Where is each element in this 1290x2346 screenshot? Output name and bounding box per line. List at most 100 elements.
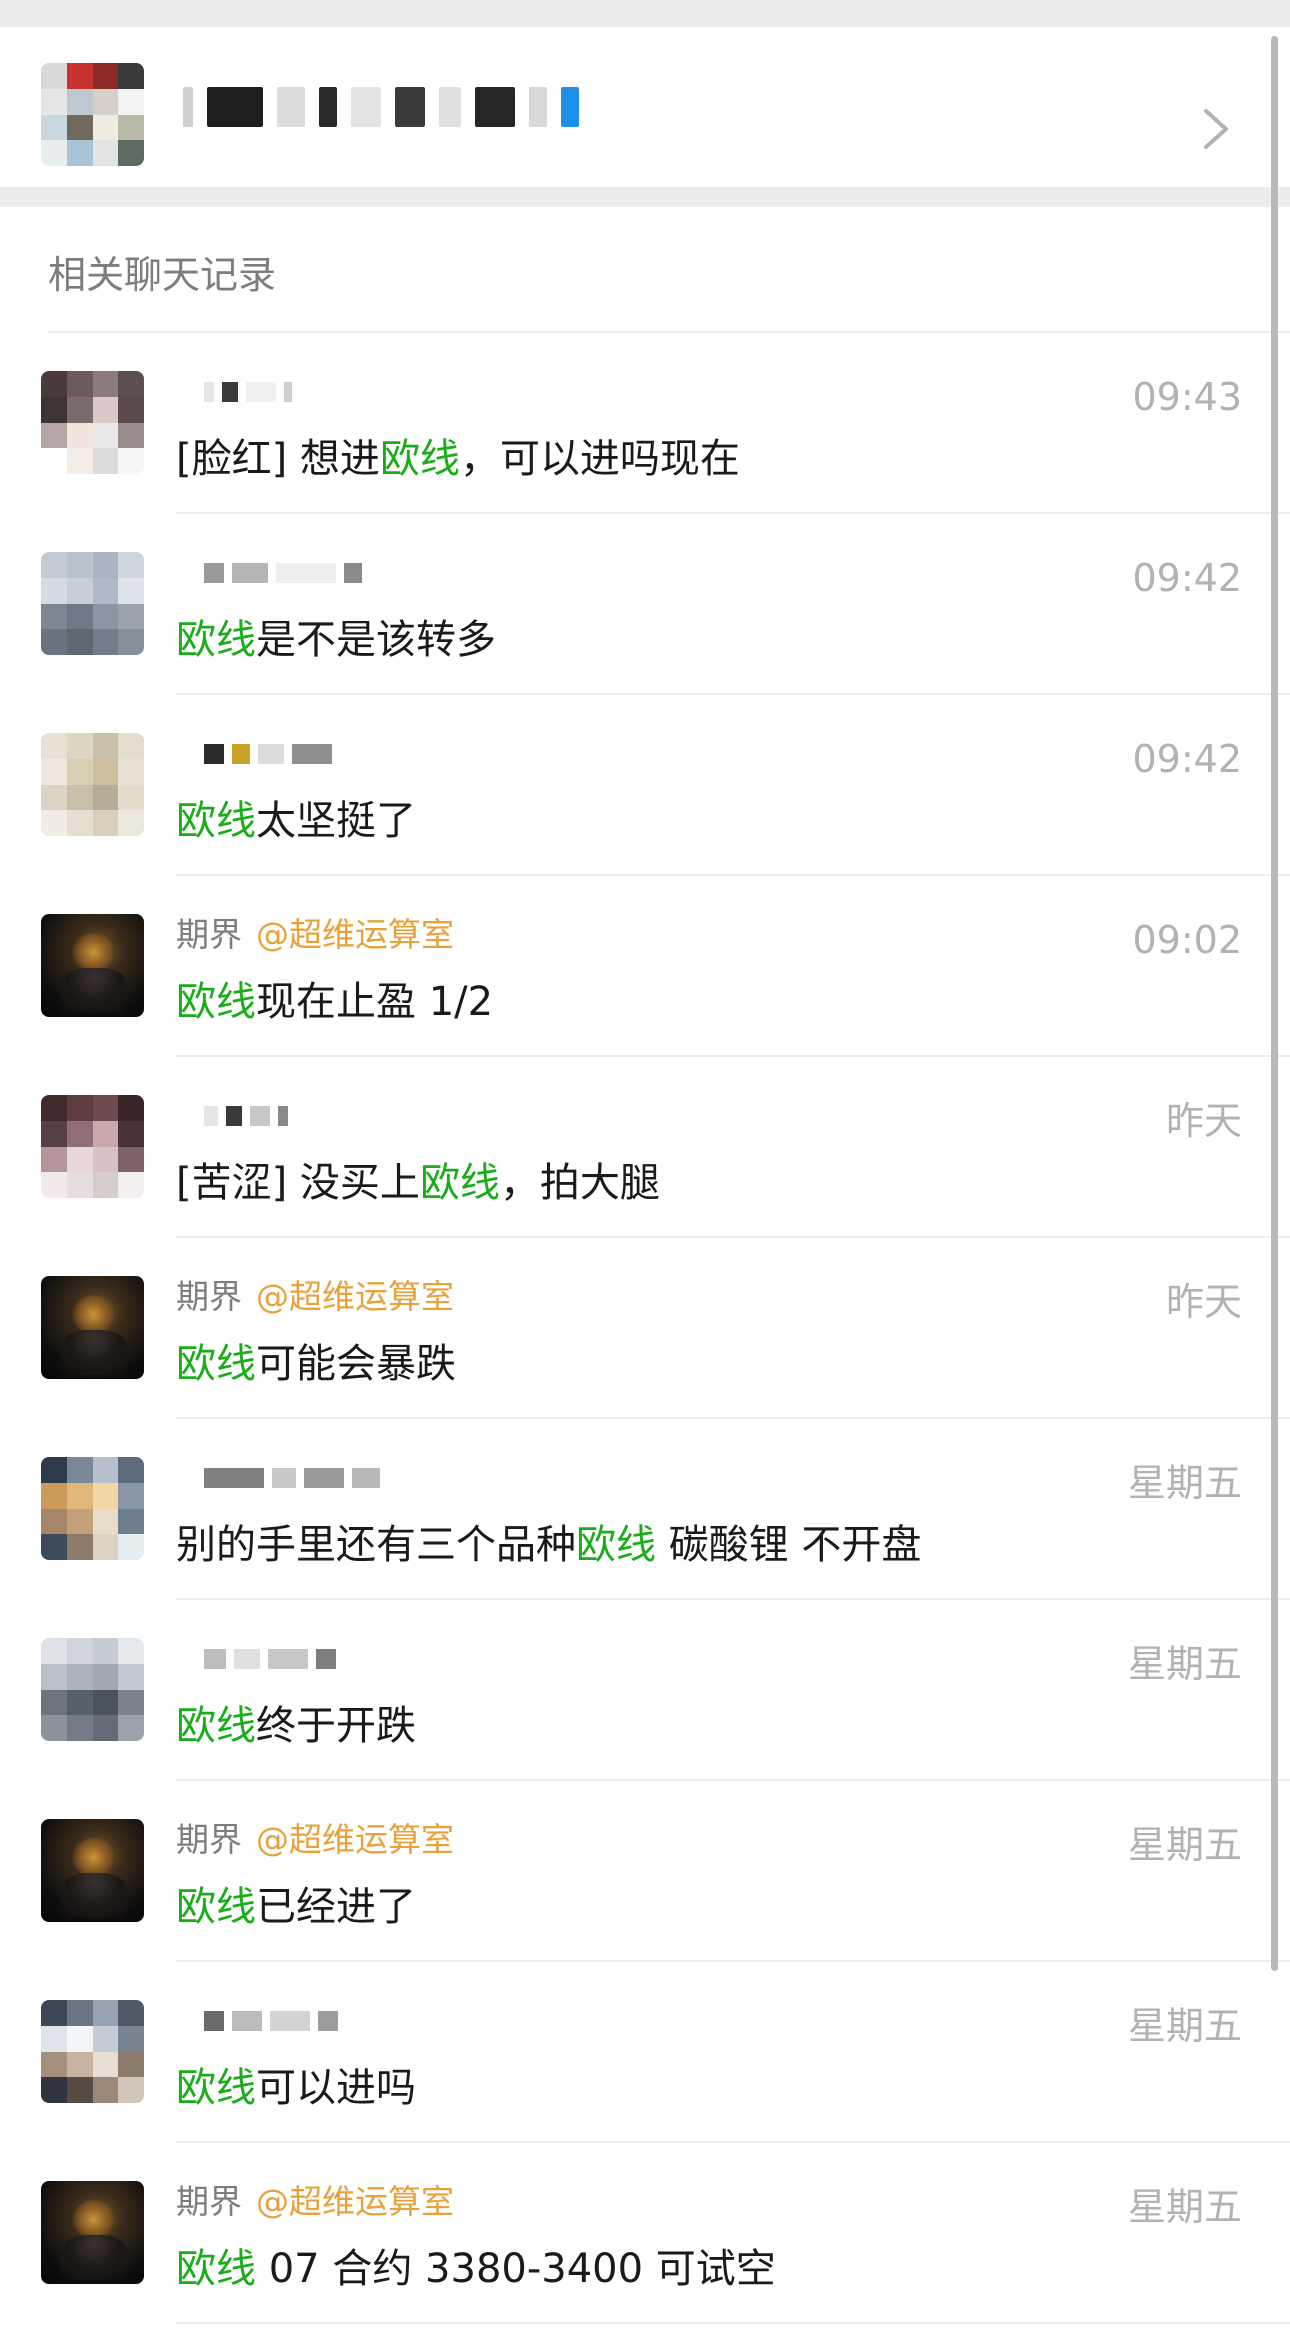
- message-text: ，可以进吗现在: [459, 436, 740, 482]
- section-spacer: [0, 187, 1290, 207]
- sender-name: 期界 @超维运算室: [176, 910, 454, 960]
- message-time: 09:42: [1132, 556, 1242, 600]
- sender-name: [176, 1634, 336, 1684]
- message-snippet: 欧线太坚挺了: [176, 791, 1236, 851]
- mention-label: @超维运算室: [256, 1820, 454, 1859]
- message-time: 星期五: [1127, 1642, 1242, 1686]
- search-result-item[interactable]: 昨天 [苦涩] 没买上欧线，拍大腿: [0, 1057, 1290, 1238]
- search-result-item[interactable]: 星期五欧线终于开跌: [0, 1600, 1290, 1781]
- message-time: 星期五: [1127, 2185, 1242, 2229]
- keyword-highlight: 欧线: [576, 1522, 656, 1568]
- message-snippet: 欧线可以进吗: [176, 2058, 1236, 2118]
- sender-name-redaction: [204, 744, 332, 764]
- keyword-highlight: 欧线: [379, 436, 460, 482]
- search-result-item[interactable]: 星期五别的手里还有三个品种欧线 碳酸锂 不开盘: [0, 1419, 1290, 1600]
- avatar: [41, 2000, 144, 2103]
- sender-label: 期界: [176, 1820, 242, 1859]
- message-text: ，拍大腿: [499, 1160, 660, 1206]
- keyword-highlight: 欧线: [176, 798, 256, 844]
- keyword-highlight: 欧线: [176, 617, 256, 663]
- message-text: 可以进吗: [256, 2065, 416, 2111]
- message-snippet: [苦涩] 没买上欧线，拍大腿: [176, 1153, 1236, 1213]
- keyword-highlight: 欧线: [419, 1160, 500, 1206]
- avatar: [41, 1819, 144, 1922]
- top-spacer: [0, 0, 1290, 27]
- sender-label: 期界: [176, 1277, 242, 1316]
- message-snippet: 欧线 07 合约 3380-3400 可试空: [176, 2239, 1236, 2299]
- message-text: [苦涩] 没买上: [176, 1160, 420, 1206]
- sender-name: [176, 1453, 380, 1503]
- message-snippet: [脸红] 想进欧线，可以进吗现在: [176, 429, 1236, 489]
- message-text: 碳酸锂 不开盘: [656, 1522, 922, 1568]
- message-snippet: 欧线是不是该转多: [176, 610, 1236, 670]
- message-text: 太坚挺了: [256, 798, 416, 844]
- message-snippet: 别的手里还有三个品种欧线 碳酸锂 不开盘: [176, 1515, 1236, 1575]
- sender-name: 期界 @超维运算室: [176, 1815, 454, 1865]
- sender-name-redaction: [204, 1649, 336, 1669]
- avatar: [41, 1457, 144, 1560]
- avatar: [41, 733, 144, 836]
- sender-name: [176, 367, 292, 417]
- message-text: 07 合约 3380-3400 可试空: [256, 2246, 776, 2292]
- section-title: 相关聊天记录: [48, 253, 277, 297]
- search-result-item[interactable]: 09:43 [脸红] 想进欧线，可以进吗现在: [0, 333, 1290, 514]
- sender-name: 期界 @超维运算室: [176, 2177, 454, 2227]
- keyword-highlight: 欧线: [176, 1884, 256, 1930]
- search-result-item[interactable]: 期界 @超维运算室 09:02 欧线现在止盈 1/2: [0, 876, 1290, 1057]
- sender-name: [176, 1091, 288, 1141]
- search-result-item[interactable]: 期界 @超维运算室 星期五欧线 07 合约 3380-3400 可试空: [0, 2143, 1290, 2324]
- scrollbar[interactable]: [1271, 36, 1278, 1971]
- mention-label: @超维运算室: [256, 915, 454, 954]
- group-name: [183, 77, 653, 137]
- sender-name: [176, 729, 332, 779]
- message-text: 现在止盈 1/2: [256, 979, 494, 1025]
- search-result-item[interactable]: 09:42 欧线是不是该转多: [0, 514, 1290, 695]
- search-result-item[interactable]: 期界 @超维运算室 星期五欧线已经进了: [0, 1781, 1290, 1962]
- search-result-item[interactable]: 期界 @超维运算室 昨天 欧线可能会暴跌: [0, 1238, 1290, 1419]
- keyword-highlight: 欧线: [176, 1341, 256, 1387]
- group-avatar: [41, 63, 144, 166]
- sender-name-redaction: [204, 563, 362, 583]
- sender-name-redaction: [204, 1106, 288, 1126]
- sender-name: [176, 1996, 338, 2046]
- keyword-highlight: 欧线: [176, 979, 256, 1025]
- group-chat-entry[interactable]: [0, 27, 1290, 187]
- message-text: 别的手里还有三个品种: [176, 1522, 576, 1568]
- message-text: 已经进了: [256, 1884, 416, 1930]
- message-time: 昨天: [1165, 1099, 1242, 1143]
- divider: [176, 2322, 1290, 2324]
- avatar: [41, 1276, 144, 1379]
- avatar: [41, 1638, 144, 1741]
- sender-name-redaction: [204, 382, 292, 402]
- avatar: [41, 371, 144, 474]
- message-text: 可能会暴跌: [256, 1341, 456, 1387]
- keyword-highlight: 欧线: [176, 1703, 256, 1749]
- message-time: 星期五: [1127, 1823, 1242, 1867]
- message-text: 终于开跌: [256, 1703, 416, 1749]
- message-time: 09:42: [1132, 737, 1242, 781]
- avatar: [41, 914, 144, 1017]
- message-snippet: 欧线已经进了: [176, 1877, 1236, 1937]
- sender-name: 期界 @超维运算室: [176, 1272, 454, 1322]
- message-time: 星期五: [1127, 1461, 1242, 1505]
- message-time: 09:43: [1132, 375, 1242, 419]
- keyword-highlight: 欧线: [176, 2246, 256, 2292]
- search-result-item[interactable]: 09:42 欧线太坚挺了: [0, 695, 1290, 876]
- mention-label: @超维运算室: [256, 2182, 454, 2221]
- avatar: [41, 2181, 144, 2284]
- keyword-highlight: 欧线: [176, 2065, 256, 2111]
- avatar: [41, 1095, 144, 1198]
- message-time: 09:02: [1132, 918, 1242, 962]
- message-text: 是不是该转多: [256, 617, 496, 663]
- group-name-redaction: [183, 77, 653, 137]
- message-snippet: 欧线可能会暴跌: [176, 1334, 1236, 1394]
- search-result-item[interactable]: 星期五 欧线可以进吗: [0, 1962, 1290, 2143]
- mention-label: @超维运算室: [256, 1277, 454, 1316]
- avatar: [41, 552, 144, 655]
- sender-name-redaction: [204, 1468, 380, 1488]
- sender-label: 期界: [176, 2182, 242, 2221]
- sender-name-redaction: [204, 2011, 338, 2031]
- chevron-right-icon[interactable]: [1196, 105, 1236, 153]
- message-snippet: 欧线现在止盈 1/2: [176, 972, 1236, 1032]
- sender-name: [176, 548, 362, 598]
